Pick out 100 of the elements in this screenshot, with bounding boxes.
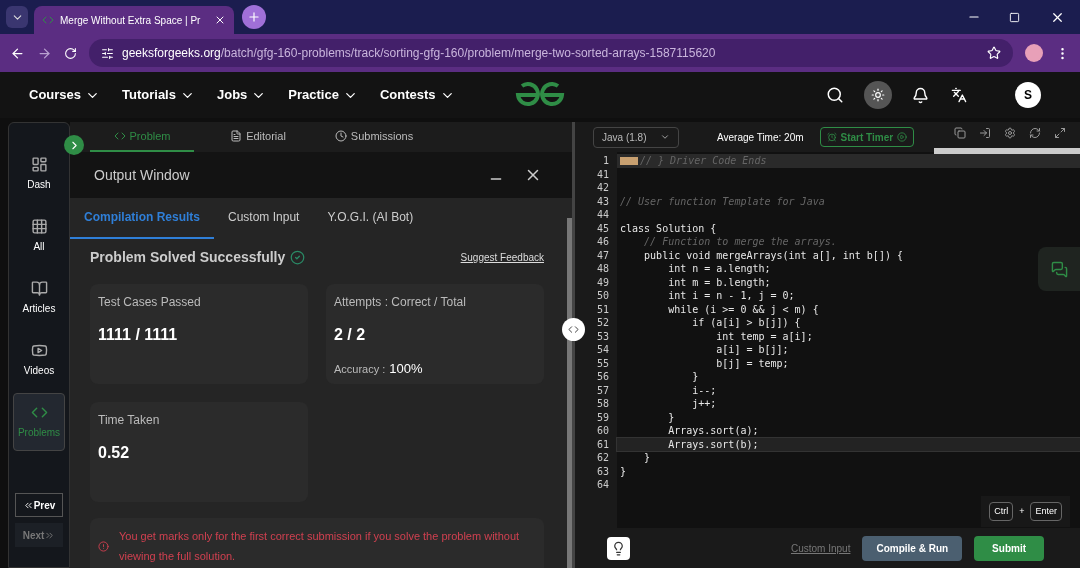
sidebar-item[interactable]: All <box>13 207 65 265</box>
chat-button[interactable] <box>1038 247 1080 291</box>
fold-marker[interactable] <box>620 156 638 165</box>
document-icon <box>230 130 243 143</box>
chat-icon <box>1050 260 1068 278</box>
line-number: 54 <box>595 343 610 357</box>
line-number: 60 <box>595 424 610 438</box>
stat-label: Test Cases Passed <box>98 294 202 311</box>
code-comment: // User function Template for Java <box>620 194 825 208</box>
code-line: } <box>643 451 651 465</box>
code-line: int i = n - 1, j = 0; <box>667 289 795 303</box>
chevron-down-icon <box>660 132 670 142</box>
reset-icon[interactable] <box>1029 127 1042 139</box>
close-icon[interactable] <box>214 14 226 26</box>
average-time: Average Time: 20m <box>717 130 804 145</box>
browser-tab[interactable]: Merge Without Extra Space | Pr <box>34 6 234 34</box>
line-number: 1 <box>601 154 610 168</box>
code-line: int m = b.length; <box>667 275 771 289</box>
sidebar-item[interactable]: Articles <box>13 269 65 327</box>
problem-tab[interactable]: Editorial <box>206 122 310 153</box>
settings-icon[interactable] <box>1004 127 1017 139</box>
book-icon <box>30 280 48 297</box>
line-number: 52 <box>595 316 610 330</box>
search-icon[interactable] <box>826 86 844 104</box>
theme-toggle[interactable] <box>864 81 892 109</box>
nav-menu[interactable]: Tutorials <box>122 85 195 105</box>
code-line: } <box>691 370 699 384</box>
bookmark-icon[interactable] <box>987 46 1001 60</box>
line-number: 50 <box>595 289 610 303</box>
video-icon <box>30 342 48 359</box>
line-number: 59 <box>595 410 610 424</box>
import-icon[interactable] <box>979 127 992 139</box>
line-number: 49 <box>595 275 610 289</box>
code-line: i--; <box>691 383 717 397</box>
stat-value: 0.52 <box>98 443 131 463</box>
url-text: geeksforgeeks.org/batch/gfg-160-problems/track/sorting-gfg-160/problem/merge-two-sorted-arrays-1587115620 <box>122 45 716 62</box>
notification-icon[interactable] <box>912 86 929 104</box>
sidebar-item[interactable]: Problems <box>13 393 65 451</box>
submit-button[interactable]: Submit <box>974 535 1044 561</box>
stat-label: Time Taken <box>98 412 161 429</box>
tab-title: Merge Without Extra Space | Pr <box>60 13 201 28</box>
forward-icon[interactable] <box>37 45 52 61</box>
restore-icon[interactable] <box>1009 11 1020 23</box>
line-number: 61 <box>595 437 610 451</box>
prev-button[interactable]: Prev <box>15 493 63 517</box>
language-select[interactable]: Java (1.8) <box>593 126 679 148</box>
lightbulb-icon <box>611 540 626 556</box>
start-timer-button[interactable]: Start Timer <box>819 127 915 147</box>
line-number: 62 <box>595 451 610 465</box>
sun-icon <box>871 88 885 102</box>
code-line: } <box>620 464 627 478</box>
sidebar-item[interactable]: Dash <box>13 145 65 203</box>
reload-icon[interactable] <box>64 46 77 60</box>
feedback-link[interactable]: Suggest Feedback <box>460 250 544 265</box>
code-comment: // Function to merge the arrays. <box>643 235 837 249</box>
nav-menu[interactable]: Contests <box>379 85 455 105</box>
nav-menu[interactable]: Jobs <box>216 85 267 105</box>
notice-text: You get marks only for the first correct submission if you solve the problem without viewing the full solution. <box>119 529 521 564</box>
problem-tab[interactable]: Submissions <box>322 122 426 153</box>
stat-value: 2 / 2 <box>334 325 367 345</box>
code-line: int n = a.length; <box>667 262 771 276</box>
logo-icon[interactable] <box>514 82 566 108</box>
address-field[interactable]: geeksforgeeks.org/batch/gfg-160-problems/track/sorting-gfg-160/problem/merge-two-sorted-arrays-1587115620 <box>89 39 1013 67</box>
new-tab-button[interactable] <box>242 5 266 29</box>
nav-menu[interactable]: Courses <box>29 85 101 105</box>
line-number: 43 <box>595 194 610 208</box>
profile-avatar[interactable] <box>1025 44 1043 62</box>
shortcut-key: Ctrl <box>989 501 1014 521</box>
code-line: b[j] = temp; <box>715 356 789 370</box>
custom-input-link[interactable]: Custom Input <box>790 540 851 556</box>
line-number: 55 <box>595 356 610 370</box>
line-number: 45 <box>595 221 610 235</box>
nav-menu[interactable]: Practice <box>288 85 358 105</box>
code-line: } <box>667 410 675 424</box>
back-icon[interactable] <box>10 45 25 61</box>
line-number: 48 <box>595 262 610 276</box>
line-number: 58 <box>595 397 610 411</box>
favicon-icon <box>42 14 54 26</box>
line-number: 47 <box>595 248 610 262</box>
code-line: if (a[i] > b[j]) { <box>691 316 801 330</box>
output-window-title: Output Window <box>94 165 191 185</box>
line-number: 56 <box>595 370 610 384</box>
alarm-clock-icon <box>826 132 837 142</box>
line-number: 41 <box>595 167 610 181</box>
plus-icon <box>247 10 261 24</box>
compile-run-button[interactable]: Compile & Run <box>862 535 963 561</box>
tab-menu-button[interactable] <box>6 6 28 28</box>
output-tab[interactable]: Y.O.G.I. (AI Bot) <box>313 197 428 239</box>
code-line: int temp = a[i]; <box>715 329 813 343</box>
hint-button[interactable] <box>607 536 630 560</box>
user-avatar[interactable]: S <box>1015 82 1041 108</box>
line-number: 64 <box>595 478 610 492</box>
copy-icon[interactable] <box>954 127 967 139</box>
fullscreen-icon[interactable] <box>1054 127 1067 139</box>
sidebar-item[interactable]: Videos <box>13 331 65 389</box>
translate-icon[interactable] <box>951 87 967 103</box>
output-tab[interactable]: Custom Input <box>214 197 314 239</box>
site-info-icon[interactable] <box>101 46 114 60</box>
line-number: 57 <box>595 383 610 397</box>
line-number: 46 <box>595 235 610 249</box>
